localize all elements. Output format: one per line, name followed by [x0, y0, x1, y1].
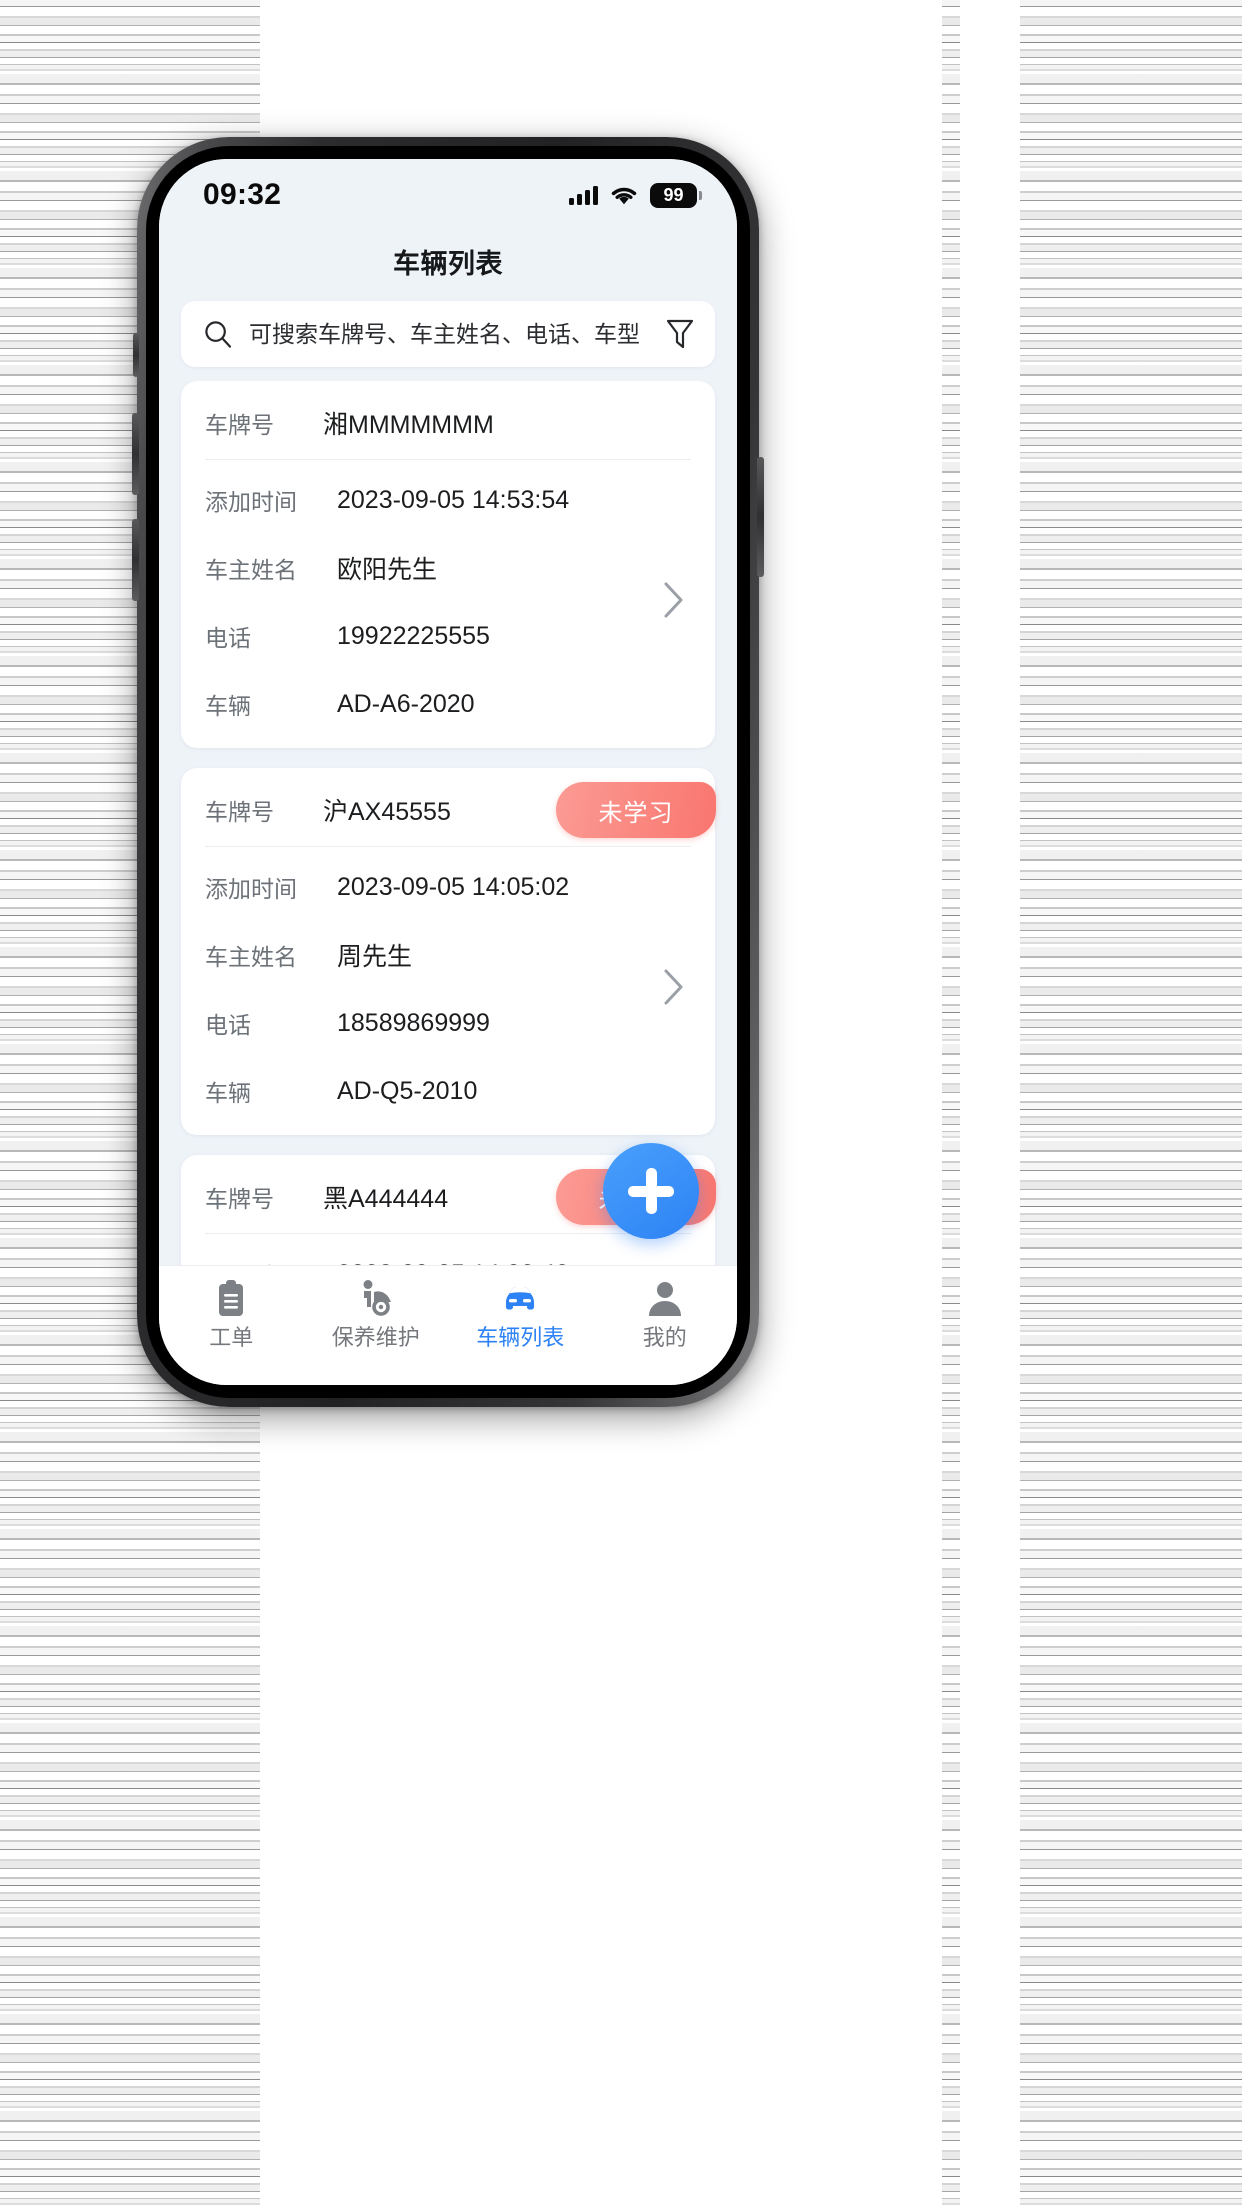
tab-label: 车辆列表	[476, 1325, 565, 1350]
clipboard-icon	[219, 1280, 244, 1316]
battery-icon: 99	[650, 182, 702, 208]
owner-name-value: 欧阳先生	[337, 556, 438, 584]
status-badge: 未学习	[556, 782, 716, 838]
added-time-label: 添加时间	[205, 1257, 337, 1265]
phone-screen: 09:32 99 车辆列表 可搜索车牌号、车主姓名、电话、车型 车牌号 湘MMM…	[159, 159, 737, 1385]
added-time-label: 添加时间	[205, 489, 297, 515]
volume-down-button[interactable]	[132, 519, 139, 601]
tab-maintenance[interactable]: 保养维护	[304, 1278, 449, 1349]
status-time: 09:32	[203, 178, 282, 211]
vehicle-label: 车辆	[205, 1080, 251, 1106]
tab-vehicle-list[interactable]: 车辆列表	[448, 1278, 593, 1349]
phone-device-frame: 09:32 99 车辆列表 可搜索车牌号、车主姓名、电话、车型 车牌号 湘MMM…	[132, 137, 764, 1407]
vehicle-row: 车辆 AD-Q5-2010	[181, 1057, 715, 1125]
add-vehicle-fab[interactable]	[603, 1143, 699, 1239]
card-body: 添加时间 2023-09-05 14:53:54 车主姓名 欧阳先生 电话 19…	[181, 460, 715, 740]
tab-label: 我的	[642, 1325, 687, 1350]
page-canvas: 09:32 99 车辆列表 可搜索车牌号、车主姓名、电话、车型 车牌号 湘MMM…	[0, 0, 1242, 2208]
volume-up-button[interactable]	[132, 413, 139, 495]
added-time-row: 添加时间 2023-09-05 14:05:02	[181, 853, 715, 921]
search-icon	[205, 321, 232, 348]
added-time-row: 添加时间 2023-09-05 14:53:54	[181, 466, 715, 534]
page-title: 车辆列表	[393, 248, 503, 279]
power-button[interactable]	[757, 457, 764, 577]
chevron-right-icon[interactable]	[663, 968, 685, 1006]
phone-label: 电话	[205, 625, 251, 651]
owner-name-label: 车主姓名	[205, 557, 297, 583]
status-indicators: 99	[569, 182, 702, 208]
phone-value: 19922225555	[337, 621, 490, 650]
vehicle-value: AD-Q5-2010	[337, 1076, 478, 1105]
vehicle-list[interactable]: 车牌号 湘MMMMMMM 添加时间 2023-09-05 14:53:54 车主…	[159, 381, 737, 1265]
search-bar[interactable]	[181, 301, 715, 367]
tab-label: 工单	[209, 1325, 254, 1350]
card-body: 添加时间 2023-09-05 14:05:02 车主姓名 周先生 电话 185…	[181, 847, 715, 1127]
plate-value: 湘MMMMMMM	[323, 411, 494, 439]
car-icon	[506, 1287, 535, 1310]
vehicle-label: 车辆	[205, 693, 251, 719]
vehicle-card[interactable]: 车牌号 湘MMMMMMM 添加时间 2023-09-05 14:53:54 车主…	[181, 381, 715, 748]
added-time-value: 2023-09-05 14:53:54	[337, 485, 570, 514]
owner-name-row: 车主姓名 周先生	[181, 921, 715, 989]
phone-row: 电话 19922225555	[181, 602, 715, 670]
background-gap	[960, 0, 1020, 2208]
owner-name-row: 车主姓名 欧阳先生	[181, 534, 715, 602]
plate-label: 车牌号	[205, 412, 274, 438]
bottom-tab-bar: 工单 保养维护 车辆列表 我的	[159, 1265, 737, 1385]
plate-label: 车牌号	[205, 799, 274, 825]
plate-value: 沪AX45555	[323, 798, 451, 826]
vehicle-value: AD-A6-2020	[337, 689, 475, 718]
search-input[interactable]	[233, 320, 665, 348]
phone-label: 电话	[205, 1012, 251, 1038]
added-time-label: 添加时间	[205, 876, 297, 902]
owner-name-value: 周先生	[337, 943, 413, 971]
status-bar: 09:32 99	[159, 159, 737, 225]
card-body: 添加时间 2023-09-05 14:02:42 车主姓名 李先生 电话 185…	[181, 1234, 715, 1266]
owner-name-label: 车主姓名	[205, 944, 297, 970]
wifi-icon	[611, 187, 637, 205]
vehicle-row: 车辆 AD-A6-2020	[181, 670, 715, 738]
silent-switch[interactable]	[133, 333, 139, 377]
tab-work-order[interactable]: 工单	[159, 1278, 304, 1349]
navigation-bar: 车辆列表	[159, 225, 737, 297]
cellular-signal-icon	[569, 185, 598, 205]
card-header: 车牌号 沪AX45555 未学习	[181, 774, 716, 846]
car-repair-icon	[363, 1280, 391, 1316]
plate-value: 黑A444444	[323, 1185, 449, 1213]
added-time-value: 2023-09-05 14:05:02	[337, 872, 570, 901]
person-icon	[648, 1282, 681, 1316]
tab-profile[interactable]: 我的	[593, 1278, 738, 1349]
phone-row: 电话 18589869999	[181, 989, 715, 1057]
filter-icon[interactable]	[665, 318, 695, 350]
added-time-row: 添加时间 2023-09-05 14:02:42	[181, 1240, 715, 1266]
vehicle-card[interactable]: 车牌号 沪AX45555 未学习 添加时间 2023-09-05 14:05:0…	[181, 768, 716, 1135]
battery-level: 99	[663, 185, 684, 205]
plate-label: 车牌号	[205, 1186, 274, 1212]
card-header: 车牌号 湘MMMMMMM	[181, 387, 715, 459]
tab-label: 保养维护	[331, 1325, 420, 1350]
chevron-right-icon[interactable]	[663, 581, 685, 619]
search-section	[159, 297, 737, 381]
phone-value: 18589869999	[337, 1008, 490, 1037]
